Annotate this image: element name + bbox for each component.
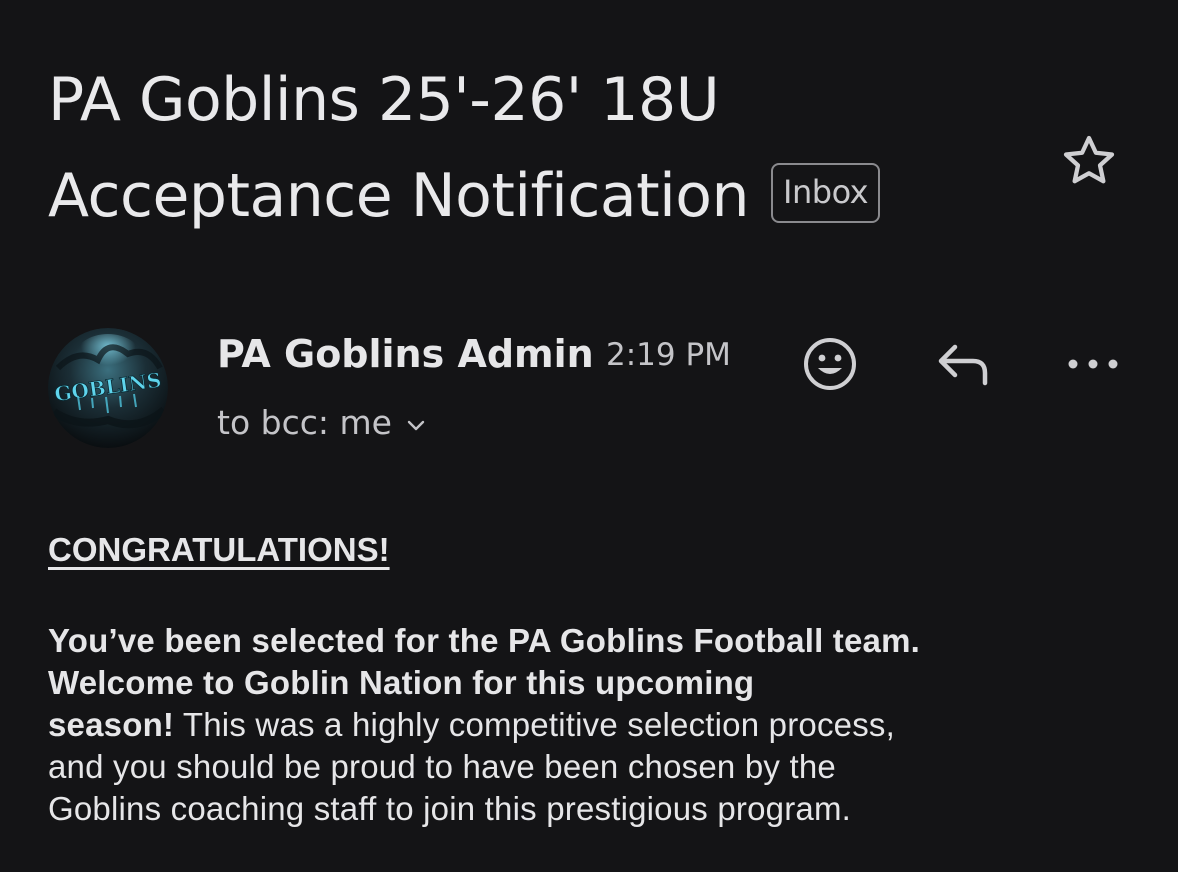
body-text-line-3: Goblins coaching staff to join this pres… <box>48 790 852 827</box>
more-options-button[interactable] <box>1058 329 1128 399</box>
recipients-text: to bcc: me <box>217 403 392 442</box>
congratulations-heading: CONGRATULATIONS! <box>48 531 390 568</box>
sender-name[interactable]: PA Goblins Admin <box>217 330 594 378</box>
body-bold-line-1: You’ve been selected for the PA Goblins … <box>48 622 921 659</box>
body-text-line-1: This was a highly competitive selection … <box>174 706 895 743</box>
body-bold-line-2: Welcome to Goblin Nation for this upcomi… <box>48 664 755 701</box>
add-reaction-button[interactable] <box>795 329 865 399</box>
body-text-line-2: and you should be proud to have been cho… <box>48 748 836 785</box>
reply-arrow-icon <box>938 344 988 386</box>
body-paragraph: You’ve been selected for the PA Goblins … <box>48 620 1148 830</box>
body-bold-line-3: season! <box>48 706 175 743</box>
email-body: CONGRATULATIONS! You’ve been selected fo… <box>48 528 1148 830</box>
star-button[interactable] <box>1056 128 1122 194</box>
smiley-icon <box>804 338 856 390</box>
sent-time: 2:19 PM <box>606 337 731 373</box>
subject-text: PA Goblins 25'-26' 18U Acceptance Notifi… <box>48 65 750 231</box>
inbox-label-chip[interactable]: Inbox <box>771 163 881 224</box>
star-icon <box>1063 135 1115 184</box>
recipients-toggle[interactable]: to bcc: me <box>217 400 426 446</box>
email-view: PA Goblins 25'-26' 18U Acceptance Notifi… <box>0 0 1178 872</box>
more-horizontal-icon <box>1068 359 1118 369</box>
reply-button[interactable] <box>928 329 998 399</box>
email-subject: PA Goblins 25'-26' 18U Acceptance Notifi… <box>48 52 1028 244</box>
sender-avatar[interactable]: GOBLINS <box>48 328 168 448</box>
goblins-logo: GOBLINS <box>48 328 168 448</box>
chevron-down-icon <box>406 418 426 432</box>
